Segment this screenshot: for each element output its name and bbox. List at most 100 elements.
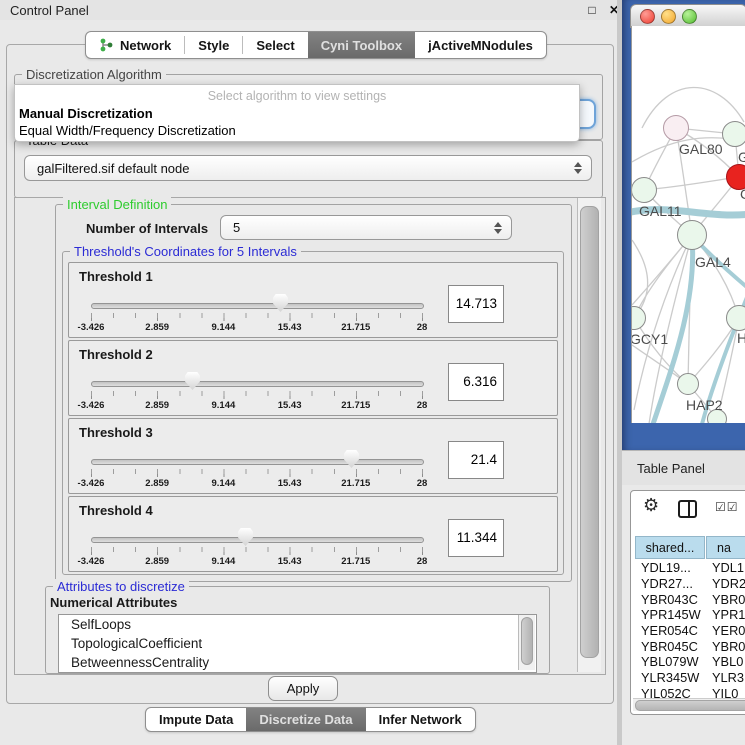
cell-name[interactable]: YBL0 bbox=[704, 654, 745, 669]
float-window-icon[interactable]: □ bbox=[584, 2, 600, 18]
cell-name[interactable]: YER0 bbox=[704, 623, 745, 638]
split-columns-icon[interactable] bbox=[678, 500, 697, 518]
column-header-name[interactable]: na bbox=[706, 536, 745, 559]
threshold-3-slider-thumb[interactable] bbox=[344, 450, 359, 468]
node-label-gal4: GAL4 bbox=[695, 254, 731, 270]
column-header-shared[interactable]: shared... bbox=[635, 536, 705, 559]
node-gal80[interactable] bbox=[663, 115, 689, 141]
table-horizontal-scrollbar[interactable] bbox=[633, 698, 745, 711]
cell-shared-name[interactable]: YBR045C bbox=[635, 639, 704, 654]
numerical-attributes-heading: Numerical Attributes bbox=[50, 595, 177, 610]
threshold-2-slider-track[interactable] bbox=[91, 381, 424, 387]
cell-shared-name[interactable]: YDR27... bbox=[635, 576, 704, 591]
thresholds-group-title: Threshold's Coordinates for 5 Intervals bbox=[70, 244, 301, 259]
gear-icon[interactable]: ⚙ bbox=[643, 495, 659, 516]
cell-shared-name[interactable]: YLR345W bbox=[635, 670, 704, 685]
table-row[interactable]: YBL079W YBL0 bbox=[635, 654, 745, 670]
slider-minor-ticks bbox=[91, 469, 423, 474]
cell-name[interactable]: YBR0 bbox=[704, 639, 745, 654]
table-row[interactable]: YDL19... YDL1 bbox=[635, 560, 745, 576]
scale-tick-label: -3.426 bbox=[78, 478, 105, 489]
slider-scale-labels: -3.4262.8599.14415.4321.71528 bbox=[91, 400, 422, 412]
cell-name[interactable]: YDL1 bbox=[704, 560, 745, 575]
algorithm-dropdown-popup: Select algorithm to view settings Manual… bbox=[14, 84, 580, 142]
threshold-4-value-field[interactable]: 11.344 bbox=[448, 519, 504, 557]
cell-name[interactable]: YDR2 bbox=[704, 576, 745, 591]
attributes-list-scrollbar[interactable] bbox=[518, 615, 535, 670]
list-item[interactable]: SelfLoops bbox=[59, 615, 536, 634]
tab-impute-data[interactable]: Impute Data bbox=[146, 708, 246, 731]
list-item[interactable]: BetweennessCentrality bbox=[59, 653, 536, 672]
node-h[interactable] bbox=[726, 305, 745, 331]
apply-button[interactable]: Apply bbox=[268, 676, 338, 701]
threshold-1-slider-track[interactable] bbox=[91, 303, 424, 309]
threshold-2-label: Threshold 2 bbox=[79, 347, 153, 362]
threshold-2-slider-thumb[interactable] bbox=[185, 372, 200, 390]
window-minimize-icon[interactable] bbox=[661, 9, 676, 24]
algorithm-option-manual[interactable]: Manual Discretization bbox=[19, 106, 153, 121]
tab-cyni-toolbox-label: Cyni Toolbox bbox=[321, 38, 402, 53]
table-row[interactable]: YDR27... YDR2 bbox=[635, 576, 745, 592]
tab-network[interactable]: Network bbox=[86, 32, 184, 58]
table-row[interactable]: YPR145W YPR1 bbox=[635, 607, 745, 623]
tab-jactivemnodules[interactable]: jActiveMNodules bbox=[415, 32, 546, 58]
settings-vertical-scrollbar[interactable] bbox=[577, 198, 601, 672]
algorithm-option-equal-width[interactable]: Equal Width/Frequency Discretization bbox=[19, 123, 236, 138]
table-row[interactable]: YLR345W YLR3 bbox=[635, 670, 745, 686]
cell-shared-name[interactable]: YBL079W bbox=[635, 654, 704, 669]
node-hap2[interactable] bbox=[677, 373, 699, 395]
tab-cyni-toolbox[interactable]: Cyni Toolbox bbox=[308, 32, 415, 58]
cell-shared-name[interactable]: YDL19... bbox=[635, 560, 704, 575]
threshold-3-value-field[interactable]: 21.4 bbox=[448, 441, 504, 479]
number-of-intervals-combobox[interactable]: 5 bbox=[220, 215, 512, 240]
table-data-combobox[interactable]: galFiltered.sif default node bbox=[24, 155, 592, 181]
node-label-gal11: GAL11 bbox=[639, 203, 682, 219]
threshold-1-slider-thumb[interactable] bbox=[273, 294, 288, 312]
cell-name[interactable]: YPR1 bbox=[704, 607, 745, 622]
scale-tick-label: 2.859 bbox=[145, 556, 169, 567]
number-of-intervals-label: Number of Intervals bbox=[86, 221, 208, 236]
threshold-2-value-field[interactable]: 6.316 bbox=[448, 363, 504, 401]
scale-tick-label: -3.426 bbox=[78, 322, 105, 333]
scrollbar-thumb[interactable] bbox=[521, 617, 533, 665]
table-row[interactable]: YER054C YER0 bbox=[635, 623, 745, 639]
network-canvas[interactable]: GAL80 GA C GAL11 GAL4 GCY1 H HAP2 bbox=[631, 26, 745, 423]
table-panel-titlebar: Table Panel bbox=[622, 450, 745, 485]
scale-tick-label: 15.43 bbox=[278, 556, 302, 567]
threshold-4-slider-thumb[interactable] bbox=[238, 528, 253, 546]
scale-tick-label: 21.715 bbox=[341, 478, 370, 489]
scale-tick-label: 15.43 bbox=[278, 322, 302, 333]
cell-shared-name[interactable]: YPR145W bbox=[635, 607, 704, 622]
scale-tick-label: 21.715 bbox=[341, 322, 370, 333]
scrollbar-thumb[interactable] bbox=[635, 700, 745, 711]
list-item[interactable]: TopologicalCoefficient bbox=[59, 634, 536, 653]
cell-shared-name[interactable]: YER054C bbox=[635, 623, 704, 638]
scrollbar-thumb[interactable] bbox=[580, 206, 599, 658]
tab-discretize-data[interactable]: Discretize Data bbox=[246, 708, 365, 731]
cell-name[interactable]: YLR3 bbox=[704, 670, 745, 685]
node-gal11[interactable] bbox=[631, 177, 657, 203]
threshold-2-panel: Threshold 2 -3.4262.8599.14415.4321.7152… bbox=[68, 340, 558, 416]
tab-select[interactable]: Select bbox=[243, 32, 307, 58]
combo-stepper-icon bbox=[573, 162, 582, 174]
window-zoom-icon[interactable] bbox=[682, 9, 697, 24]
window-close-icon[interactable] bbox=[640, 9, 655, 24]
threshold-4-label: Threshold 4 bbox=[79, 503, 153, 518]
select-columns-checkboxes-icon[interactable]: ☑☑ bbox=[715, 500, 739, 514]
cell-name[interactable]: YBR0 bbox=[704, 592, 745, 607]
table-row[interactable]: YBR043C YBR0 bbox=[635, 591, 745, 607]
cell-shared-name[interactable]: YBR043C bbox=[635, 592, 704, 607]
tab-style[interactable]: Style bbox=[185, 32, 242, 58]
tab-infer-network-label: Infer Network bbox=[379, 712, 462, 727]
tab-infer-network[interactable]: Infer Network bbox=[366, 708, 475, 731]
threshold-1-value-field[interactable]: 14.713 bbox=[448, 285, 504, 323]
node-ga[interactable] bbox=[722, 121, 745, 147]
node-gal4[interactable] bbox=[677, 220, 707, 250]
threshold-3-label: Threshold 3 bbox=[79, 425, 153, 440]
table-row[interactable]: YBR045C YBR0 bbox=[635, 638, 745, 654]
threshold-4-slider-track[interactable] bbox=[91, 537, 424, 543]
threshold-3-slider-track[interactable] bbox=[91, 459, 424, 465]
slider-scale-labels: -3.4262.8599.14415.4321.71528 bbox=[91, 556, 422, 568]
node-label-ga: GA bbox=[738, 149, 745, 165]
network-window-titlebar[interactable] bbox=[630, 4, 745, 28]
